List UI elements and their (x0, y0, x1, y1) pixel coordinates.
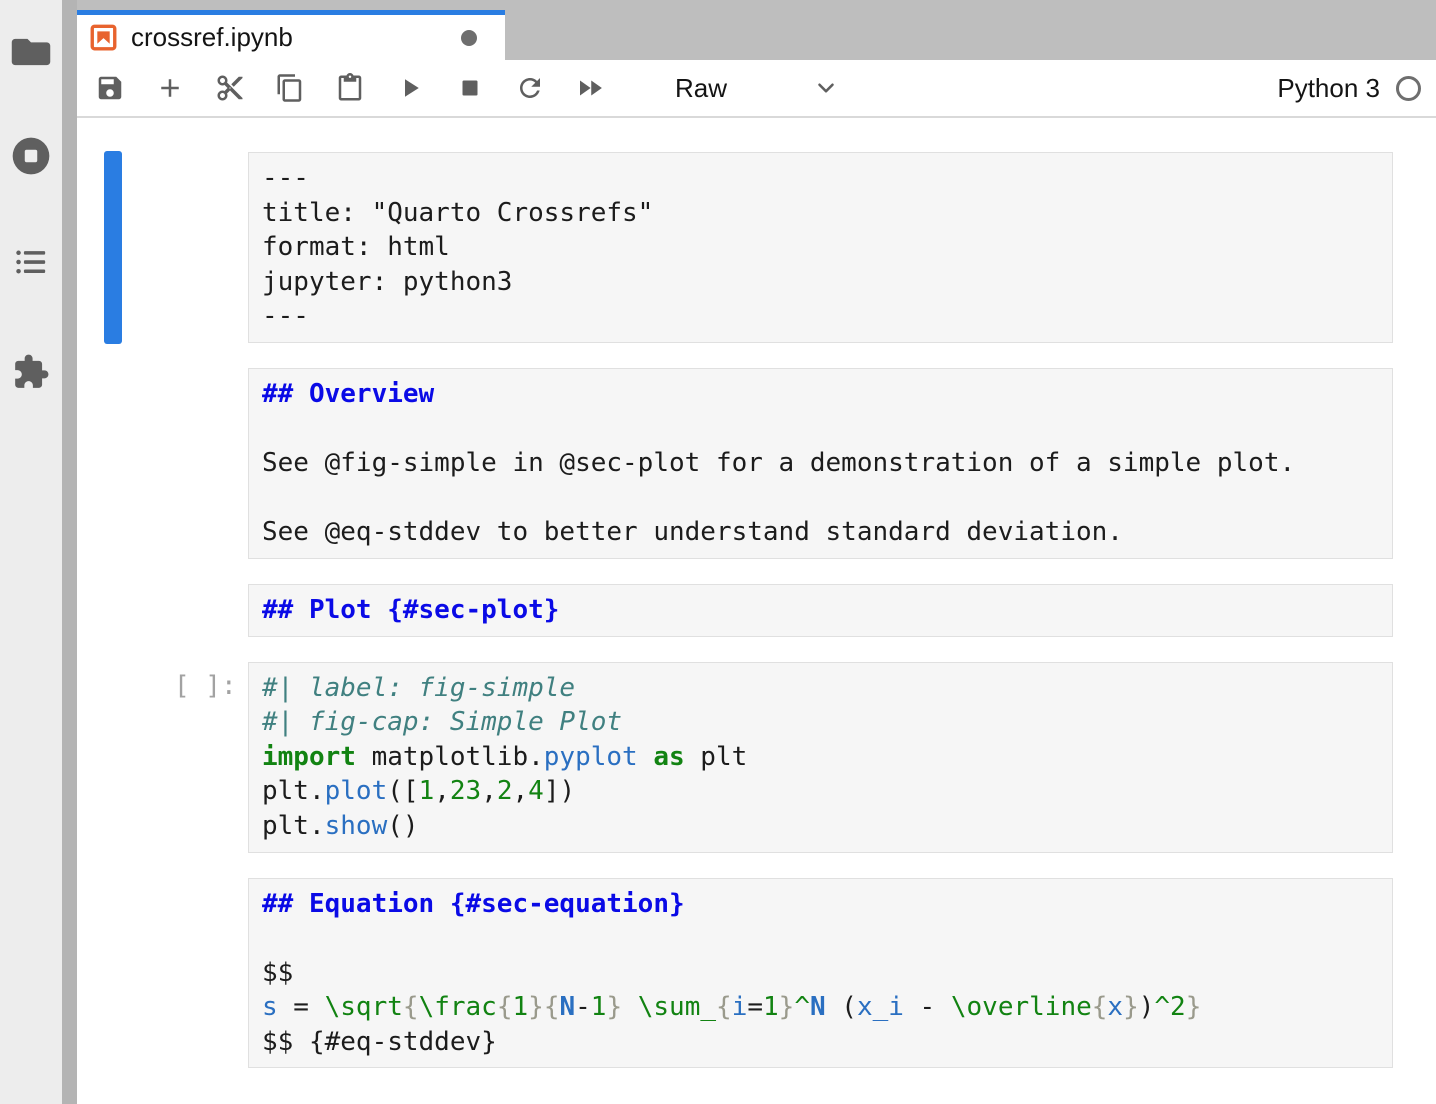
code-cell[interactable]: [ ]:#| label: fig-simple#| fig-cap: Simp… (248, 662, 1393, 853)
editor-line: $$ (262, 956, 1379, 991)
notebook-cells: ---title: "Quarto Crossrefs"format: html… (77, 152, 1436, 1068)
activity-sidebar (0, 0, 62, 1104)
markdown-cell[interactable]: ## Equation {#sec-equation} $$s = \sqrt{… (248, 878, 1393, 1069)
cut-cells-button[interactable] (215, 73, 245, 103)
editor-line: plt.plot([1,23,2,4]) (262, 774, 1379, 809)
notebook-content: ---title: "Quarto Crossrefs"format: html… (77, 118, 1436, 1068)
copy-cells-button[interactable] (275, 73, 305, 103)
extension-manager-icon[interactable] (12, 353, 50, 396)
tab-bar: crossref.ipynb (77, 0, 1436, 60)
insert-cell-button[interactable] (155, 73, 185, 103)
editor-line: See @eq-stddev to better understand stan… (262, 515, 1379, 550)
markdown-cell[interactable]: ## Plot {#sec-plot} (248, 584, 1393, 637)
paste-cells-button[interactable] (335, 73, 365, 103)
editor-line: jupyter: python3 (262, 265, 1379, 300)
editor-line: import matplotlib.pyplot as plt (262, 740, 1379, 775)
editor-line: ## Plot {#sec-plot} (262, 593, 1379, 628)
editor-line: #| fig-cap: Simple Plot (262, 705, 1379, 740)
editor-line: See @fig-simple in @sec-plot for a demon… (262, 446, 1379, 481)
file-browser-icon[interactable] (10, 37, 52, 72)
editor-line: ## Overview (262, 377, 1379, 412)
editor-line: ## Equation {#sec-equation} (262, 887, 1379, 922)
cell-type-dropdown[interactable]: Raw (635, 73, 839, 104)
tab-dirty-indicator[interactable] (461, 30, 477, 46)
editor-line: format: html (262, 230, 1379, 265)
tab-crossref-ipynb[interactable]: crossref.ipynb (77, 10, 505, 60)
execution-prompt: [ ]: (174, 671, 237, 701)
editor-line (262, 481, 1379, 516)
editor-line: s = \sqrt{\frac{1}{N-1} \sum_{i=1}^N (x_… (262, 990, 1379, 1025)
tab-title: crossref.ipynb (131, 22, 293, 53)
editor-line (262, 921, 1379, 956)
markdown-cell-editor[interactable]: ## Overview See @fig-simple in @sec-plot… (248, 368, 1393, 559)
selected-cell-collapser[interactable] (104, 151, 122, 344)
editor-line (262, 412, 1379, 447)
table-of-contents-icon[interactable] (14, 247, 48, 282)
kernel-indicator: Python 3 (1277, 73, 1436, 104)
restart-kernel-button[interactable] (515, 73, 545, 103)
cell-type-value: Raw (675, 73, 727, 104)
editor-line: plt.show() (262, 809, 1379, 844)
run-cell-button[interactable] (395, 73, 425, 103)
kernel-status-icon (1396, 76, 1421, 101)
interrupt-kernel-button[interactable] (455, 73, 485, 103)
sidebar-divider (62, 0, 77, 1104)
markdown-cell-editor[interactable]: ## Plot {#sec-plot} (248, 584, 1393, 637)
raw-cell[interactable]: ---title: "Quarto Crossrefs"format: html… (248, 152, 1393, 343)
notebook-file-icon (90, 24, 117, 51)
markdown-cell[interactable]: ## Overview See @fig-simple in @sec-plot… (248, 368, 1393, 559)
editor-line: --- (262, 161, 1379, 196)
notebook-toolbar: Raw Python 3 (77, 60, 1436, 118)
editor-line: --- (262, 299, 1379, 334)
editor-line: title: "Quarto Crossrefs" (262, 196, 1379, 231)
markdown-cell-editor[interactable]: ## Equation {#sec-equation} $$s = \sqrt{… (248, 878, 1393, 1069)
kernel-name-button[interactable]: Python 3 (1277, 73, 1380, 104)
chevron-down-icon (813, 75, 839, 101)
main-panel: crossref.ipynb (77, 0, 1436, 1104)
raw-cell-editor[interactable]: ---title: "Quarto Crossrefs"format: html… (248, 152, 1393, 343)
editor-line: $$ {#eq-stddev} (262, 1025, 1379, 1060)
code-cell-editor[interactable]: #| label: fig-simple#| fig-cap: Simple P… (248, 662, 1393, 853)
save-button[interactable] (95, 73, 125, 103)
run-all-cells-button[interactable] (575, 73, 605, 103)
editor-line: #| label: fig-simple (262, 671, 1379, 706)
running-kernels-icon[interactable] (9, 134, 53, 183)
